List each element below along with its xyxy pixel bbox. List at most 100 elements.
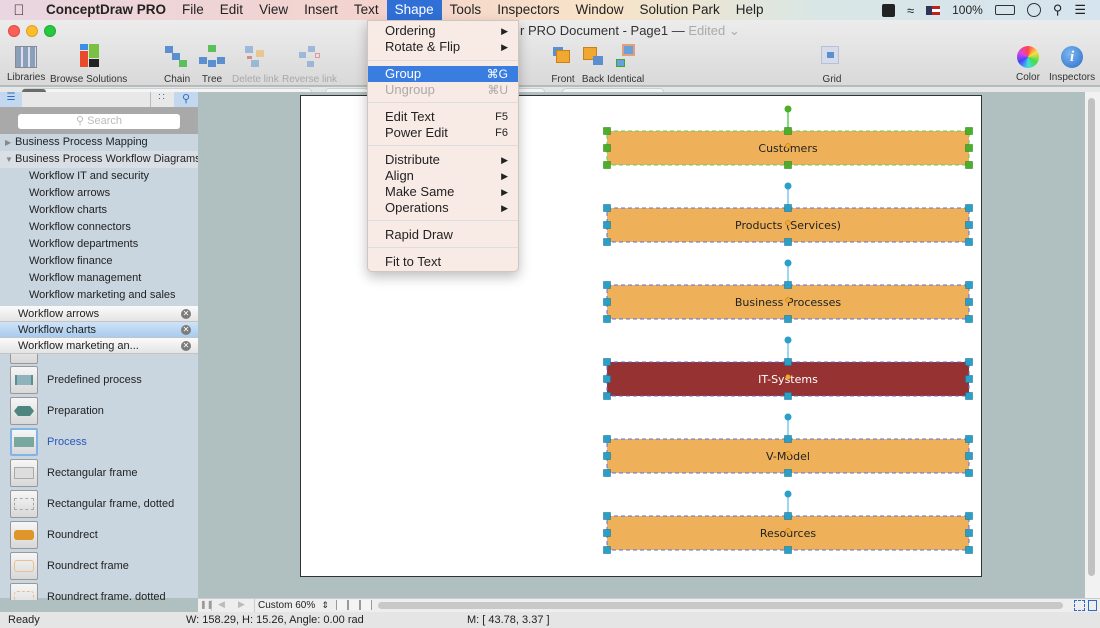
resize-handle[interactable] [965, 435, 973, 443]
reverse-link-button[interactable]: Reverse link [282, 44, 337, 85]
resize-handle[interactable] [784, 358, 792, 366]
resize-handle[interactable] [603, 512, 611, 520]
resize-handle[interactable] [603, 392, 611, 400]
library-tab-workflow-charts[interactable]: Workflow charts ✕ [0, 322, 198, 338]
tree-item-workflow-connectors[interactable]: Workflow connectors [0, 219, 198, 236]
shape-thumb-partial[interactable] [10, 354, 38, 364]
vertical-scrollbar[interactable] [1085, 92, 1100, 598]
resize-handle[interactable] [784, 512, 792, 520]
chain-button[interactable]: Chain [164, 44, 190, 85]
menu-window[interactable]: Window [567, 0, 631, 20]
resize-handle[interactable] [603, 281, 611, 289]
menu-solution-park[interactable]: Solution Park [631, 0, 727, 20]
resize-handle[interactable] [603, 452, 611, 460]
menu-item-distribute[interactable]: Distribute ▶ [368, 152, 518, 168]
tree-item-business-process-mapping[interactable]: ▶ Business Process Mapping [0, 134, 198, 151]
resize-handle[interactable] [784, 281, 792, 289]
menu-file[interactable]: File [174, 0, 212, 20]
resize-handle[interactable] [965, 315, 973, 323]
resize-handle[interactable] [603, 315, 611, 323]
menu-item-make-same[interactable]: Make Same ▶ [368, 184, 518, 200]
menu-item-group[interactable]: Group ⌘G [368, 66, 518, 82]
tree-item-workflow-management[interactable]: Workflow management [0, 270, 198, 287]
color-button[interactable]: Color [1016, 44, 1040, 83]
resize-handle[interactable] [603, 127, 611, 135]
rotation-handle[interactable] [784, 105, 792, 113]
text-anchor-handle[interactable] [785, 143, 791, 149]
resize-handle[interactable] [784, 469, 792, 477]
resize-handle[interactable] [603, 161, 611, 169]
resize-handle[interactable] [603, 529, 611, 537]
vertical-scroll-thumb[interactable] [1088, 98, 1095, 576]
next-page-button[interactable]: ▶ [238, 599, 245, 610]
resize-handle[interactable] [603, 435, 611, 443]
resize-handle[interactable] [965, 298, 973, 306]
menu-app-name[interactable]: ConceptDraw PRO [38, 0, 174, 20]
text-anchor-handle[interactable] [785, 297, 791, 303]
text-anchor-handle[interactable] [785, 220, 791, 226]
zoom-button[interactable] [44, 25, 56, 37]
resize-handle[interactable] [965, 392, 973, 400]
library-tab-workflow-marketing[interactable]: Workflow marketing an... ✕ [0, 338, 198, 354]
shape-label[interactable]: Roundrect frame [47, 560, 129, 572]
battery-icon[interactable] [994, 5, 1015, 15]
menu-item-rotate-flip[interactable]: Rotate & Flip ▶ [368, 39, 518, 55]
resize-handle[interactable] [965, 238, 973, 246]
resize-handle[interactable] [603, 546, 611, 554]
text-anchor-handle[interactable] [785, 528, 791, 534]
shape-item-process[interactable] [10, 428, 38, 456]
tree-item-business-process-workflow[interactable]: ▼ Business Process Workflow Diagrams [0, 151, 198, 168]
back-button[interactable]: Back [580, 44, 606, 85]
delete-link-button[interactable]: Delete link [232, 44, 279, 85]
search-icon[interactable]: ⚲ [1053, 2, 1063, 18]
menu-item-ungroup[interactable]: Ungroup ⌘U [368, 82, 518, 98]
shape-label[interactable]: Process [47, 436, 87, 448]
resize-handle[interactable] [965, 529, 973, 537]
resize-handle[interactable] [603, 221, 611, 229]
shape-item-rectangular-frame-dotted[interactable] [10, 490, 38, 518]
horizontal-scrollbar[interactable] [378, 602, 1063, 609]
edited-indicator[interactable]: Edited [688, 23, 725, 38]
resize-handle[interactable] [784, 392, 792, 400]
apple-menu-icon[interactable]:  [0, 2, 38, 19]
libraries-button[interactable]: Libraries [7, 44, 45, 83]
resize-handle[interactable] [965, 144, 973, 152]
tree-item-workflow-marketing[interactable]: Workflow marketing and sales [0, 287, 198, 304]
page-tabs[interactable] [336, 600, 372, 610]
tree-item-workflow-charts[interactable]: Workflow charts [0, 202, 198, 219]
page-view-icon[interactable] [1088, 600, 1097, 611]
menu-insert[interactable]: Insert [296, 0, 346, 20]
identical-button[interactable]: Identical [607, 44, 644, 85]
menu-help[interactable]: Help [728, 0, 772, 20]
library-tab-workflow-arrows[interactable]: Workflow arrows ✕ [0, 306, 198, 322]
close-library-icon[interactable]: ✕ [181, 309, 191, 319]
menu-item-operations[interactable]: Operations ▶ [368, 200, 518, 216]
shape-item-predefined-process[interactable] [10, 366, 38, 394]
text-anchor-handle[interactable] [785, 374, 791, 380]
rotation-handle[interactable] [784, 490, 792, 498]
shape-label[interactable]: Rectangular frame [47, 467, 138, 479]
resize-handle[interactable] [603, 358, 611, 366]
menu-item-rapid-draw[interactable]: Rapid Draw [368, 227, 518, 243]
browse-solutions-button[interactable]: Browse Solutions [50, 44, 127, 85]
close-library-icon[interactable]: ✕ [181, 341, 191, 351]
shape-label[interactable]: Roundrect [47, 529, 98, 541]
rotation-handle[interactable] [784, 259, 792, 267]
resize-handle[interactable] [603, 204, 611, 212]
grid-button[interactable]: Grid [819, 44, 845, 85]
menu-item-align[interactable]: Align ▶ [368, 168, 518, 184]
clock-icon[interactable] [1026, 3, 1041, 17]
shape-item-rectangular-frame[interactable] [10, 459, 38, 487]
menu-view[interactable]: View [251, 0, 296, 20]
shape-label[interactable]: Rectangular frame, dotted [47, 498, 174, 510]
resize-handle[interactable] [965, 221, 973, 229]
resize-handle[interactable] [603, 144, 611, 152]
collapse-arrow-icon[interactable]: ▼ [5, 151, 15, 168]
resize-handle[interactable] [784, 127, 792, 135]
resize-handle[interactable] [965, 281, 973, 289]
resize-handle[interactable] [603, 375, 611, 383]
menu-item-fit-to-text[interactable]: Fit to Text [368, 254, 518, 270]
resize-handle[interactable] [784, 204, 792, 212]
wifi-icon[interactable]: ≈ [907, 3, 914, 18]
resize-handle[interactable] [784, 315, 792, 323]
